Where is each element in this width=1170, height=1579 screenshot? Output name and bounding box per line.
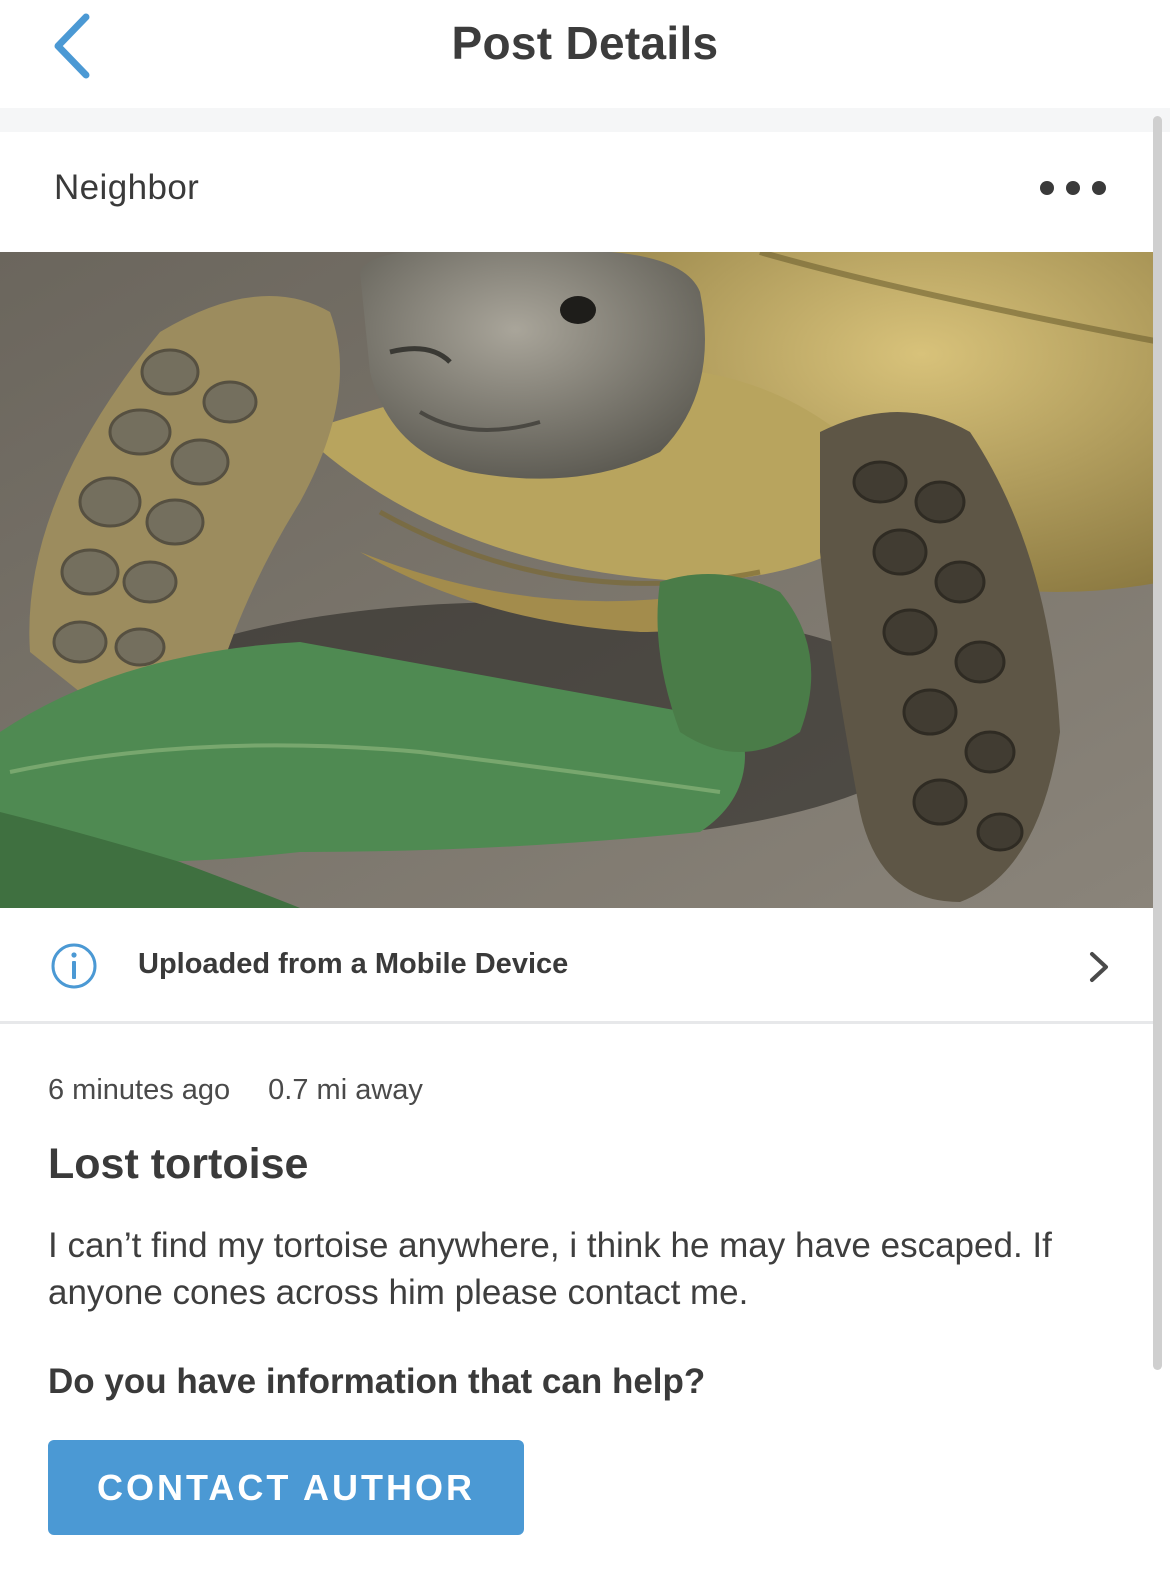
post-body: I can’t find my tortoise anywhere, i thi… (48, 1226, 1052, 1312)
post-distance: 0.7 mi away (268, 1074, 423, 1106)
more-dots-icon (1040, 181, 1054, 195)
upload-info-row[interactable]: Uploaded from a Mobile Device (0, 908, 1162, 1024)
post-details-screen: Post Details Neighbor Uploaded from a Mo… (0, 0, 1170, 1579)
info-icon (51, 943, 97, 989)
author-name: Neighbor (54, 168, 200, 207)
help-question: Do you have information that can help? (48, 1362, 706, 1401)
tortoise-photo (0, 252, 1162, 908)
contact-author-button[interactable]: CONTACT AUTHOR (48, 1440, 524, 1535)
header-bar: Post Details (0, 0, 1170, 108)
author-row: Neighbor (0, 132, 1160, 252)
chevron-right-icon (1090, 952, 1108, 982)
post-title: Lost tortoise (48, 1140, 309, 1188)
post-meta: 6 minutes ago 0.7 mi away (48, 1074, 423, 1107)
scrollbar[interactable] (1153, 116, 1162, 1370)
upload-info-label: Uploaded from a Mobile Device (138, 948, 569, 980)
page-title: Post Details (451, 17, 719, 69)
more-options-button[interactable] (1040, 168, 1106, 208)
post-photo[interactable] (0, 252, 1162, 908)
header-divider (0, 108, 1170, 132)
post-time: 6 minutes ago (48, 1074, 231, 1106)
